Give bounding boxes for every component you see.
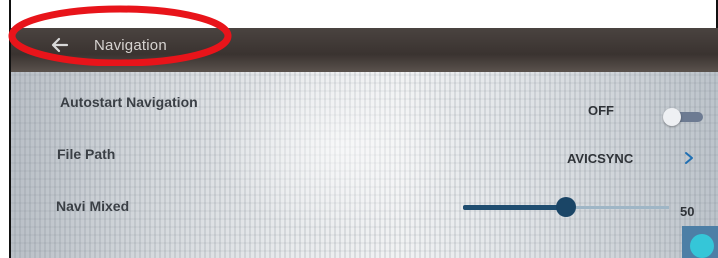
autostart-navigation-toggle[interactable] <box>663 108 705 126</box>
navi-mixed-slider-fill <box>463 205 566 210</box>
page-title: Navigation <box>94 37 167 54</box>
autostart-navigation-value: OFF <box>588 103 614 118</box>
top-app-bar: Navigation <box>11 28 718 72</box>
file-path-label: File Path <box>57 146 116 162</box>
floating-corner-button[interactable] <box>682 226 718 258</box>
back-arrow-icon[interactable] <box>49 34 71 56</box>
chevron-right-icon[interactable] <box>683 151 695 165</box>
corner-dot-icon <box>690 234 714 258</box>
file-path-value[interactable]: AVICSYNC <box>567 151 633 166</box>
autostart-navigation-label: Autostart Navigation <box>60 94 198 110</box>
toggle-knob <box>663 108 681 126</box>
screen-photo: Navigation Autostart Navigation OFF File… <box>11 28 718 258</box>
navi-mixed-slider-knob[interactable] <box>556 197 576 217</box>
navi-mixed-value: 50 <box>680 204 695 219</box>
navi-mixed-label: Navi Mixed <box>56 198 130 214</box>
